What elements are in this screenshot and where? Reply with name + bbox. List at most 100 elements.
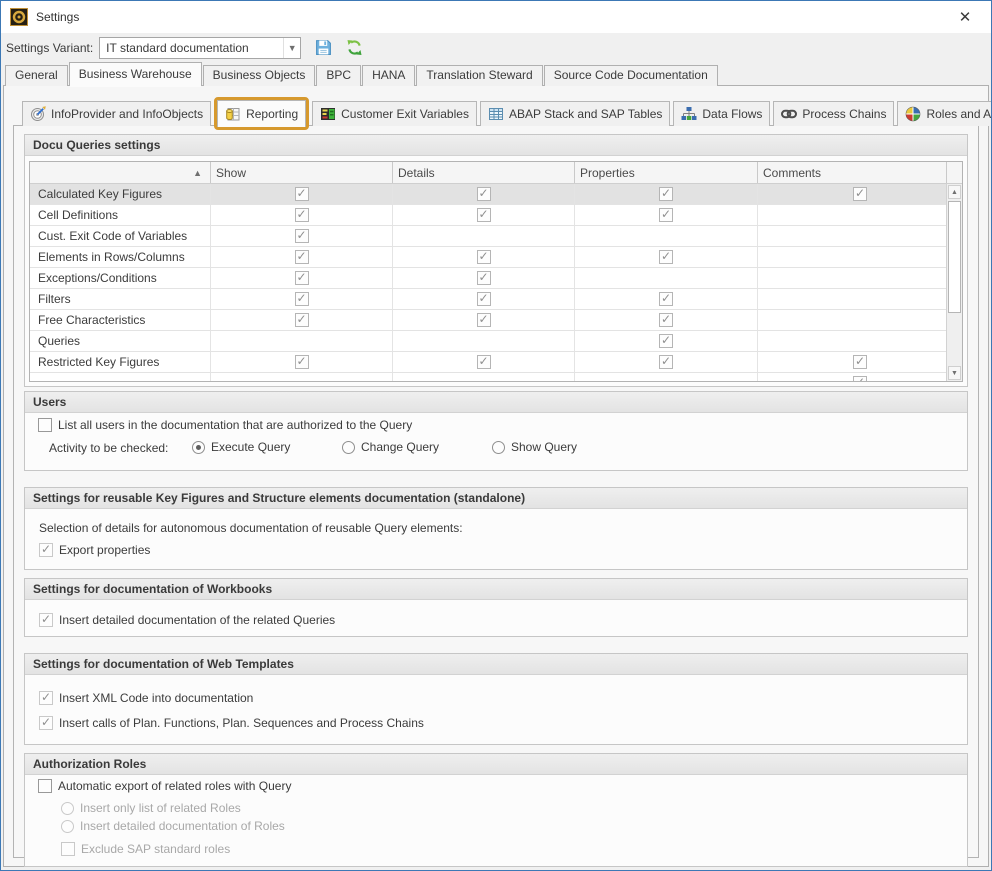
insert-xml-code-checkbox[interactable] [39,691,53,705]
comments-cell [757,268,962,288]
change-query-radio[interactable] [342,441,355,454]
properties-checkbox[interactable] [659,313,673,327]
group-users: Users List all users in the documentatio… [24,391,968,471]
show-cell [210,373,392,382]
properties-checkbox[interactable] [659,355,673,369]
properties-cell [574,373,757,382]
properties-checkbox[interactable] [659,334,673,348]
details-checkbox[interactable] [477,250,491,264]
sort-column-header[interactable]: ▲ [30,162,210,183]
show-checkbox[interactable] [295,292,309,306]
tab-label: Process Chains [802,107,886,121]
show-checkbox[interactable] [295,313,309,327]
details-checkbox[interactable] [477,187,491,201]
show-checkbox[interactable] [295,208,309,222]
comments-checkbox[interactable] [853,355,867,369]
chevron-down-icon[interactable]: ▼ [283,38,300,58]
insert-role-list-radio[interactable] [61,802,74,815]
auto-export-roles-checkbox[interactable] [38,779,52,793]
tab-translation-steward[interactable]: Translation Steward [416,65,542,86]
vertical-scrollbar[interactable]: ▲ ▼ [946,184,962,381]
scroll-down-icon[interactable]: ▼ [948,366,961,380]
table-row[interactable]: Calculated Key Figures [30,184,962,205]
properties-checkbox[interactable] [659,292,673,306]
table-row[interactable]: Free Characteristics [30,310,962,331]
tab-general[interactable]: General [5,65,68,86]
tab-business-objects[interactable]: Business Objects [203,65,316,86]
list-all-users-checkbox[interactable] [38,418,52,432]
tab-abap-stack-and-sap-tables[interactable]: ABAP Stack and SAP Tables [480,101,670,126]
sap-table-icon [488,106,504,122]
properties-checkbox[interactable] [659,208,673,222]
group-workbooks: Settings for documentation of Workbooks … [24,578,968,637]
table-row[interactable] [30,373,962,382]
table-row[interactable]: Queries [30,331,962,352]
insert-plan-calls-checkbox[interactable] [39,716,53,730]
column-header-show[interactable]: Show [210,162,392,183]
show-checkbox[interactable] [295,187,309,201]
show-cell [210,184,392,204]
properties-cell [574,247,757,267]
variant-dropdown[interactable]: IT standard documentation ▼ [99,37,301,59]
details-checkbox[interactable] [477,292,491,306]
tab-infoprovider-and-infoobjects[interactable]: InfoProvider and InfoObjects [22,101,211,126]
comments-checkbox[interactable] [853,376,867,382]
tab-customer-exit-variables[interactable]: Customer Exit Variables [312,101,477,126]
properties-checkbox[interactable] [659,187,673,201]
close-icon[interactable]: ✕ [948,3,982,31]
group-title: Docu Queries settings [25,135,967,156]
details-checkbox[interactable] [477,355,491,369]
table-row[interactable]: Cust. Exit Code of Variables [30,226,962,247]
save-button[interactable] [315,39,332,56]
docu-queries-body: ▲ Show Details Properties Comments Calcu… [25,156,967,386]
row-label: Exceptions/Conditions [30,268,210,288]
insert-role-docs-label: Insert detailed documentation of Roles [80,819,285,833]
column-header-comments[interactable]: Comments [757,162,946,183]
properties-checkbox[interactable] [659,250,673,264]
row-label: Cust. Exit Code of Variables [30,226,210,246]
show-checkbox[interactable] [295,271,309,285]
row-label: Cell Definitions [30,205,210,225]
show-cell [210,331,392,351]
properties-cell [574,205,757,225]
scrollbar-thumb[interactable] [948,201,961,313]
scroll-up-icon[interactable]: ▲ [948,185,961,199]
tab-roles-and-authorizations[interactable]: Roles and Authorizations [897,101,992,126]
column-header-details[interactable]: Details [392,162,574,183]
reusable-description: Selection of details for autonomous docu… [39,521,967,535]
exclude-sap-roles-checkbox[interactable] [61,842,75,856]
details-checkbox[interactable] [477,313,491,327]
table-row[interactable]: Restricted Key Figures [30,352,962,373]
table-row[interactable]: Cell Definitions [30,205,962,226]
comments-cell [757,289,962,309]
table-row[interactable]: Elements in Rows/Columns [30,247,962,268]
export-properties-checkbox[interactable] [39,543,53,557]
properties-cell [574,310,757,330]
show-checkbox[interactable] [295,229,309,243]
tab-source-code-documentation[interactable]: Source Code Documentation [544,65,718,86]
tab-business-warehouse[interactable]: Business Warehouse [69,62,202,86]
comments-cell [757,373,962,382]
show-query-radio[interactable] [492,441,505,454]
tab-bpc[interactable]: BPC [316,65,361,86]
group-reusable-elements: Settings for reusable Key Figures and St… [24,487,968,570]
refresh-button[interactable] [346,39,363,56]
comments-cell [757,247,962,267]
tab-hana[interactable]: HANA [362,65,415,86]
execute-query-radio[interactable] [192,441,205,454]
tab-reporting[interactable]: Reporting [217,100,306,127]
show-checkbox[interactable] [295,355,309,369]
tab-data-flows[interactable]: Data Flows [673,101,770,126]
insert-detailed-queries-checkbox[interactable] [39,613,53,627]
details-checkbox[interactable] [477,271,491,285]
business-warehouse-panel: InfoProvider and InfoObjects Reporting [3,85,989,867]
table-row[interactable]: Filters [30,289,962,310]
tab-process-chains[interactable]: Process Chains [773,101,894,126]
comments-checkbox[interactable] [853,187,867,201]
show-checkbox[interactable] [295,250,309,264]
column-header-properties[interactable]: Properties [574,162,757,183]
group-web-templates: Settings for documentation of Web Templa… [24,653,968,745]
details-checkbox[interactable] [477,208,491,222]
insert-role-docs-radio[interactable] [61,820,74,833]
table-row[interactable]: Exceptions/Conditions [30,268,962,289]
